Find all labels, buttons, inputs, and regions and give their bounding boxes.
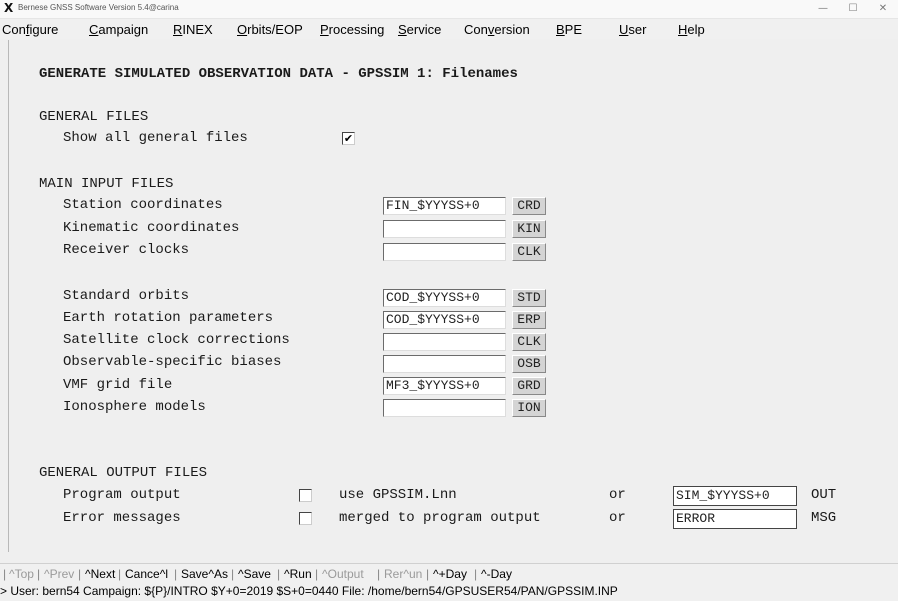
window-title: Bernese GNSS Software Version 5.4@carina bbox=[18, 3, 179, 12]
input-panel: GENERATE SIMULATED OBSERVATION DATA - GP… bbox=[8, 40, 898, 552]
title-bar: X Bernese GNSS Software Version 5.4@cari… bbox=[0, 0, 898, 19]
separator: | bbox=[118, 567, 122, 581]
save-as-button[interactable]: Save^As bbox=[181, 567, 228, 581]
ion-browse-button[interactable]: ION bbox=[512, 399, 546, 417]
menu-service[interactable]: Service bbox=[398, 22, 441, 37]
general-files-heading: GENERAL FILES bbox=[39, 109, 149, 125]
menu-rinex[interactable]: RINEX bbox=[173, 22, 213, 37]
kinematic-coordinates-input[interactable] bbox=[383, 220, 506, 238]
run-button[interactable]: ^Run bbox=[284, 567, 312, 581]
prev-button[interactable]: ^Prev bbox=[44, 567, 74, 581]
separator: | bbox=[3, 567, 7, 581]
kin-browse-button[interactable]: KIN bbox=[512, 220, 546, 238]
separator: | bbox=[37, 567, 41, 581]
cancel-button[interactable]: Cance^l bbox=[125, 567, 168, 581]
show-all-checkbox[interactable]: ✔ bbox=[342, 132, 355, 145]
osb-label: Observable-specific biases bbox=[63, 354, 282, 370]
vmf-grid-input[interactable]: MF3_$YYYSS+0 bbox=[383, 377, 506, 395]
program-output-label: Program output bbox=[63, 487, 181, 503]
ionosphere-input[interactable] bbox=[383, 399, 506, 417]
vmf-grid-label: VMF grid file bbox=[63, 377, 173, 393]
page-title: GENERATE SIMULATED OBSERVATION DATA - GP… bbox=[39, 66, 518, 82]
osb-input[interactable] bbox=[383, 355, 506, 373]
program-output-checkbox[interactable] bbox=[299, 489, 312, 502]
program-output-or: or bbox=[609, 487, 626, 503]
receiver-clocks-input[interactable] bbox=[383, 243, 506, 261]
grd-browse-button[interactable]: GRD bbox=[512, 377, 546, 395]
menu-orbits-eop[interactable]: Orbits/EOP bbox=[237, 22, 303, 37]
save-button[interactable]: ^Save bbox=[238, 567, 271, 581]
separator: | bbox=[231, 567, 235, 581]
standard-orbits-input[interactable]: COD_$YYYSS+0 bbox=[383, 289, 506, 307]
menu-bar: Configure Campaign RINEX Orbits/EOP Proc… bbox=[0, 19, 898, 39]
program-output-input[interactable]: SIM_$YYYSS+0 bbox=[673, 486, 797, 506]
menu-help[interactable]: Help bbox=[678, 22, 705, 37]
error-messages-or: or bbox=[609, 510, 626, 526]
clk-receiver-browse-button[interactable]: CLK bbox=[512, 243, 546, 261]
satellite-clock-label: Satellite clock corrections bbox=[63, 332, 290, 348]
separator: | bbox=[174, 567, 178, 581]
standard-orbits-label: Standard orbits bbox=[63, 288, 190, 304]
station-coordinates-input[interactable]: FIN_$YYYSS+0 bbox=[383, 197, 506, 215]
minimize-button[interactable]: — bbox=[808, 0, 838, 18]
clk-satellite-browse-button[interactable]: CLK bbox=[512, 333, 546, 351]
separator: | bbox=[277, 567, 281, 581]
program-output-option: use GPSSIM.Lnn bbox=[339, 487, 457, 503]
maximize-button[interactable]: ☐ bbox=[838, 0, 868, 18]
station-coordinates-label: Station coordinates bbox=[63, 197, 223, 213]
osb-browse-button[interactable]: OSB bbox=[512, 355, 546, 373]
separator: | bbox=[315, 567, 319, 581]
separator: | bbox=[426, 567, 430, 581]
plus-day-button[interactable]: ^+Day bbox=[433, 567, 467, 581]
menu-user[interactable]: User bbox=[619, 22, 646, 37]
main-input-heading: MAIN INPUT FILES bbox=[39, 176, 174, 192]
status-bar: > User: bern54 Campaign: ${P}/INTRO $Y+0… bbox=[0, 584, 898, 601]
menu-campaign[interactable]: Campaign bbox=[89, 22, 148, 37]
top-button[interactable]: ^Top bbox=[9, 567, 34, 581]
error-messages-checkbox[interactable] bbox=[299, 512, 312, 525]
menu-conversion[interactable]: Conversion bbox=[464, 22, 530, 37]
msg-extension: MSG bbox=[811, 510, 837, 526]
ionosphere-label: Ionosphere models bbox=[63, 399, 206, 415]
out-extension: OUT bbox=[811, 487, 837, 503]
close-button[interactable]: ✕ bbox=[868, 0, 898, 18]
error-messages-input[interactable]: ERROR bbox=[673, 509, 797, 529]
show-all-label: Show all general files bbox=[63, 130, 248, 146]
receiver-clocks-label: Receiver clocks bbox=[63, 242, 190, 258]
separator: | bbox=[377, 567, 381, 581]
kinematic-coordinates-label: Kinematic coordinates bbox=[63, 220, 240, 236]
satellite-clock-input[interactable] bbox=[383, 333, 506, 351]
crd-browse-button[interactable]: CRD bbox=[512, 197, 546, 215]
separator: | bbox=[78, 567, 82, 581]
minus-day-button[interactable]: ^-Day bbox=[481, 567, 512, 581]
rerun-button[interactable]: Rer^un bbox=[384, 567, 422, 581]
separator: | bbox=[474, 567, 478, 581]
std-browse-button[interactable]: STD bbox=[512, 289, 546, 307]
error-messages-label: Error messages bbox=[63, 510, 181, 526]
next-button[interactable]: ^Next bbox=[85, 567, 115, 581]
menu-processing[interactable]: Processing bbox=[320, 22, 384, 37]
erp-browse-button[interactable]: ERP bbox=[512, 311, 546, 329]
earth-rotation-input[interactable]: COD_$YYYSS+0 bbox=[383, 311, 506, 329]
output-button[interactable]: ^Output bbox=[322, 567, 364, 581]
earth-rotation-label: Earth rotation parameters bbox=[63, 310, 274, 326]
menu-configure[interactable]: Configure bbox=[2, 22, 58, 37]
app-x-icon: X bbox=[4, 1, 14, 15]
general-output-heading: GENERAL OUTPUT FILES bbox=[39, 465, 208, 481]
command-bar: | ^Top | ^Prev | ^Next | Cance^l | Save^… bbox=[0, 563, 898, 584]
menu-bpe[interactable]: BPE bbox=[556, 22, 582, 37]
error-messages-option: merged to program output bbox=[339, 510, 541, 526]
